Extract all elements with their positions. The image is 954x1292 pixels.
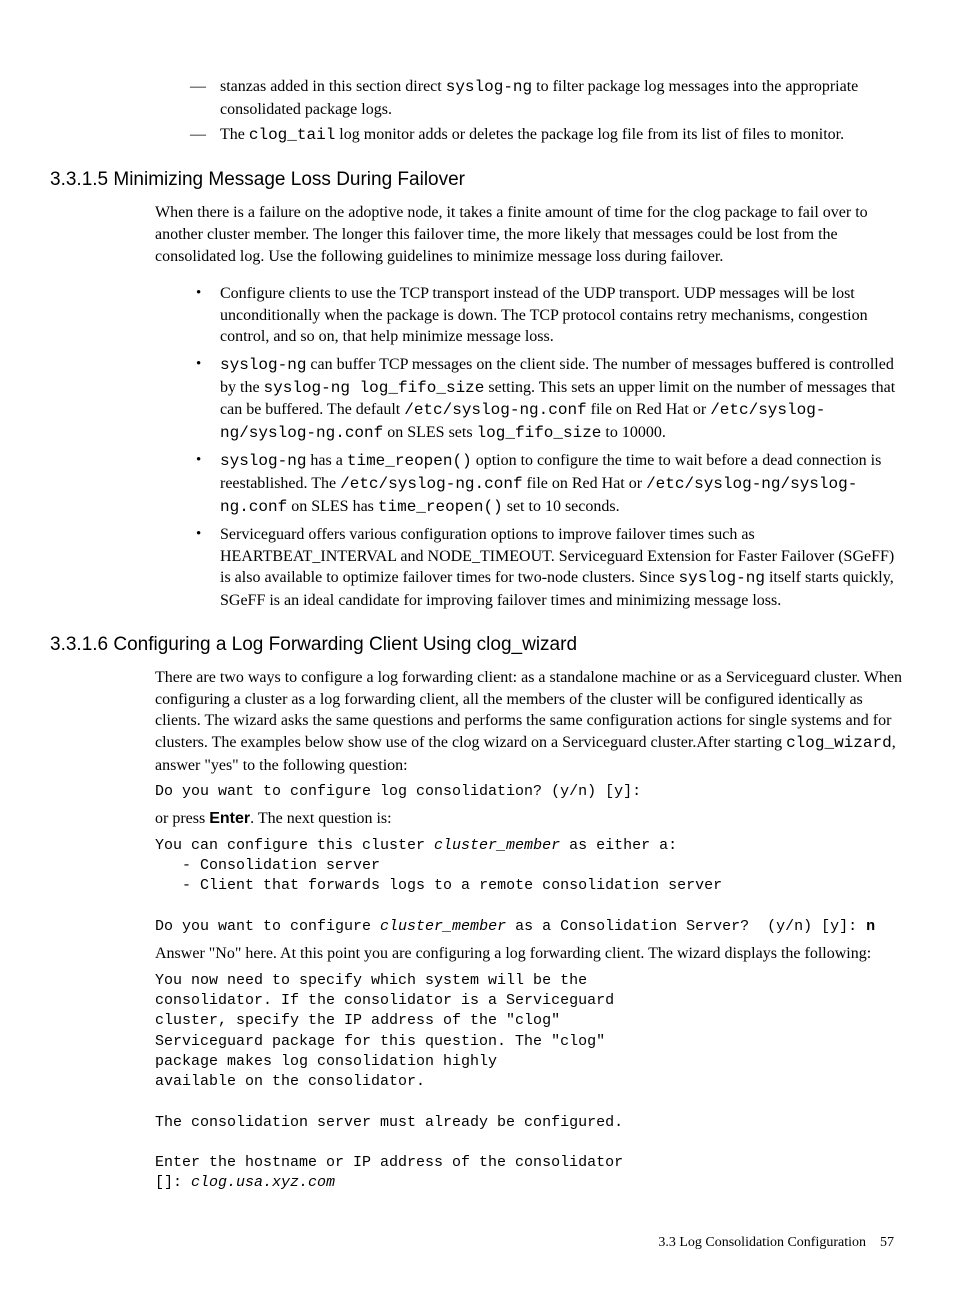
code: /etc/syslog-ng.conf	[404, 401, 586, 419]
line: - Client that forwards logs to a remote …	[155, 877, 722, 894]
user-input: n	[866, 918, 875, 935]
text: file on Red Hat or	[587, 401, 711, 418]
intro-dash-list: stanzas added in this section direct sys…	[190, 76, 904, 147]
var: cluster_member	[380, 918, 506, 935]
code: time_reopen()	[347, 452, 472, 470]
text: on SLES has	[287, 498, 378, 515]
code-block-1: Do you want to configure log consolidati…	[155, 782, 904, 802]
var: cluster_member	[434, 837, 560, 854]
code: syslog-ng	[220, 356, 306, 374]
text: or press	[155, 810, 209, 827]
text: file on Red Hat or	[523, 475, 647, 492]
bullet-1: Configure clients to use the TCP transpo…	[190, 283, 904, 348]
intro-item-2: The clog_tail log monitor adds or delete…	[190, 124, 904, 147]
bullet-2: syslog-ng can buffer TCP messages on the…	[190, 354, 904, 444]
para-3316-2: or press Enter. The next question is:	[155, 808, 904, 830]
block: You now need to specify which system wil…	[155, 972, 623, 1171]
bullet-3: syslog-ng has a time_reopen() option to …	[190, 450, 904, 518]
prompt: []:	[155, 1174, 191, 1191]
enter-key: Enter	[209, 810, 250, 827]
code-block-2: You can configure this cluster cluster_m…	[155, 836, 904, 937]
code: syslog-ng	[679, 569, 765, 587]
text: stanzas added in this section direct	[220, 78, 446, 95]
intro-item-1: stanzas added in this section direct sys…	[190, 76, 904, 120]
heading-3316: 3.3.1.6 Configuring a Log Forwarding Cli…	[50, 632, 904, 658]
line: as either a:	[560, 837, 677, 854]
page-footer: 3.3 Log Consolidation Configuration 57	[50, 1234, 904, 1253]
code-block-3: You now need to specify which system wil…	[155, 971, 904, 1194]
para-3316-1: There are two ways to configure a log fo…	[155, 667, 904, 776]
line: as a Consolidation Server? (y/n) [y]:	[506, 918, 866, 935]
text: The	[220, 126, 249, 143]
code: log_fifo_size	[477, 424, 602, 442]
text: has a	[306, 452, 346, 469]
line: You can configure this cluster	[155, 837, 434, 854]
code: time_reopen()	[378, 498, 503, 516]
text: on SLES sets	[383, 424, 476, 441]
line: Do you want to configure	[155, 918, 380, 935]
bullet-list-3315: Configure clients to use the TCP transpo…	[190, 283, 904, 611]
code: /etc/syslog-ng.conf	[340, 475, 522, 493]
para-3315: When there is a failure on the adoptive …	[155, 202, 904, 267]
text: log monitor adds or deletes the package …	[335, 126, 844, 143]
para-3316-3: Answer "No" here. At this point you are …	[155, 943, 904, 965]
code: syslog-ng log_fifo_size	[264, 379, 485, 397]
line: - Consolidation server	[155, 857, 380, 874]
bullet-4: Serviceguard offers various configuratio…	[190, 524, 904, 611]
code: clog_wizard	[786, 734, 892, 752]
footer-section: 3.3 Log Consolidation Configuration	[658, 1235, 866, 1250]
text: set to 10 seconds.	[503, 498, 620, 515]
user-input: clog.usa.xyz.com	[191, 1174, 335, 1191]
code: syslog-ng	[446, 78, 532, 96]
text: . The next question is:	[250, 810, 391, 827]
footer-page: 57	[880, 1235, 894, 1250]
code: clog_tail	[249, 126, 335, 144]
code: syslog-ng	[220, 452, 306, 470]
text: to 10000.	[601, 424, 665, 441]
heading-3315: 3.3.1.5 Minimizing Message Loss During F…	[50, 167, 904, 193]
